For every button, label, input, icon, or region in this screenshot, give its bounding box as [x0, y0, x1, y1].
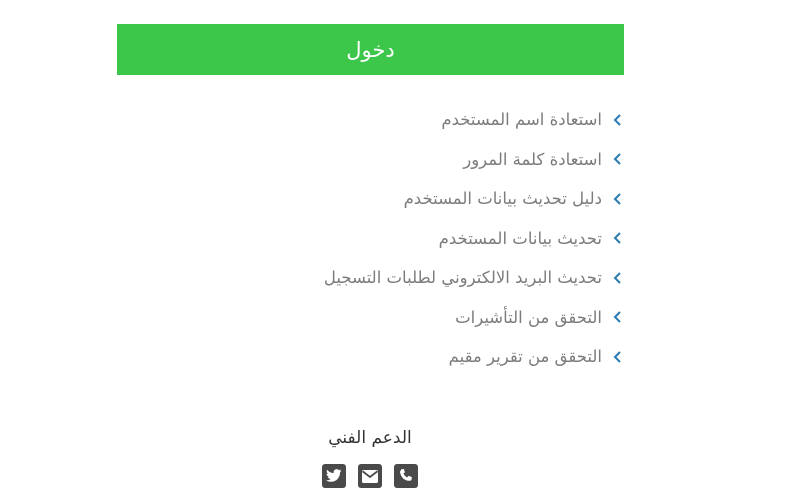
link-recover-username[interactable]: استعادة اسم المستخدم [324, 100, 625, 140]
twitter-icon[interactable] [322, 464, 346, 488]
chevron-left-icon [611, 152, 625, 166]
link-verify-resident-report[interactable]: التحقق من تقرير مقيم [324, 337, 625, 377]
login-button[interactable]: دخول [117, 24, 624, 75]
link-label: استعادة كلمة المرور [463, 149, 602, 169]
phone-icon[interactable] [394, 464, 418, 488]
link-label: التحقق من تقرير مقيم [448, 347, 602, 367]
link-label: دليل تحديث بيانات المستخدم [403, 189, 602, 209]
link-label: التحقق من التأشيرات [455, 307, 602, 327]
chevron-left-icon [611, 310, 625, 324]
link-update-email[interactable]: تحديث البريد الالكتروني لطلبات التسجيل [324, 258, 625, 298]
help-links-list: استعادة اسم المستخدم استعادة كلمة المرور… [324, 100, 625, 377]
link-recover-password[interactable]: استعادة كلمة المرور [324, 140, 625, 180]
link-update-user-data[interactable]: تحديث بيانات المستخدم [324, 219, 625, 259]
link-label: تحديث بيانات المستخدم [438, 228, 602, 248]
link-label: استعادة اسم المستخدم [441, 110, 602, 130]
login-button-label: دخول [346, 37, 395, 62]
chevron-left-icon [611, 113, 625, 127]
chevron-left-icon [611, 271, 625, 285]
link-label: تحديث البريد الالكتروني لطلبات التسجيل [323, 268, 602, 288]
page: دخول استعادة اسم المستخدم استعادة كلمة ا… [0, 0, 810, 495]
support-icons [322, 464, 418, 488]
support-title: الدعم الفني [328, 428, 412, 448]
chevron-left-icon [611, 350, 625, 364]
link-update-guide[interactable]: دليل تحديث بيانات المستخدم [324, 179, 625, 219]
link-verify-visas[interactable]: التحقق من التأشيرات [324, 298, 625, 338]
envelope-icon[interactable] [358, 464, 382, 488]
chevron-left-icon [611, 192, 625, 206]
chevron-left-icon [611, 231, 625, 245]
